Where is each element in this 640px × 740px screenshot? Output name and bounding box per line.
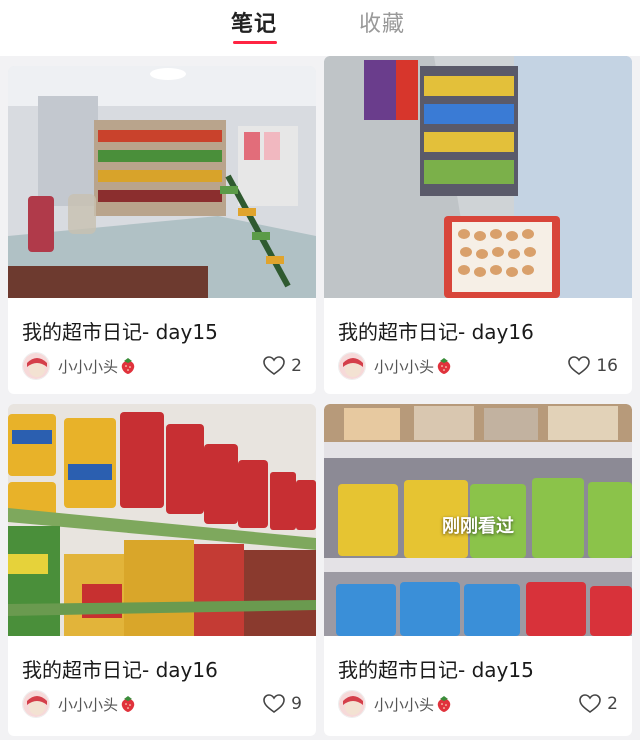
note-title: 我的超市日记- day15 bbox=[338, 658, 534, 682]
note-title: 我的超市日记- day16 bbox=[22, 658, 218, 682]
note-title: 我的超市日记- day16 bbox=[338, 320, 534, 344]
note-cover-image bbox=[324, 56, 632, 298]
avatar bbox=[22, 352, 50, 380]
author-name: 小小小头 bbox=[58, 695, 119, 714]
heart-icon bbox=[579, 694, 601, 713]
note-author[interactable]: 小小小头 bbox=[338, 690, 452, 718]
tab-bar: 笔记 收藏 bbox=[0, 0, 640, 56]
strawberry-icon bbox=[121, 358, 135, 374]
note-author[interactable]: 小小小头 bbox=[22, 690, 136, 718]
tab-favorites[interactable]: 收藏 bbox=[359, 6, 405, 38]
note-card[interactable]: 我的超市日记- day15 小小小头 2 bbox=[8, 66, 316, 394]
like-button[interactable]: 9 bbox=[263, 690, 302, 718]
avatar bbox=[22, 690, 50, 718]
note-cover-image bbox=[8, 66, 316, 298]
strawberry-icon bbox=[437, 358, 451, 374]
author-name: 小小小头 bbox=[374, 695, 435, 714]
note-cover-image bbox=[8, 404, 316, 636]
heart-icon bbox=[568, 356, 591, 375]
author-name: 小小小头 bbox=[58, 357, 119, 376]
like-count: 2 bbox=[291, 356, 302, 376]
like-count: 9 bbox=[291, 694, 302, 714]
avatar bbox=[338, 690, 366, 718]
like-count: 16 bbox=[596, 356, 618, 376]
like-button[interactable]: 16 bbox=[568, 352, 618, 380]
note-title: 我的超市日记- day15 bbox=[22, 320, 218, 344]
tab-notes[interactable]: 笔记 bbox=[231, 6, 277, 38]
note-author[interactable]: 小小小头 bbox=[22, 352, 136, 380]
like-button[interactable]: 2 bbox=[263, 352, 302, 380]
note-card[interactable]: 刚刚看过 我的超市日记- day15 小小小头 2 bbox=[324, 404, 632, 736]
note-cover-image: 刚刚看过 bbox=[324, 404, 632, 636]
strawberry-icon bbox=[437, 696, 451, 712]
note-card[interactable]: 我的超市日记- day16 小小小头 9 bbox=[8, 404, 316, 736]
avatar bbox=[338, 352, 366, 380]
active-tab-indicator bbox=[233, 41, 277, 44]
note-card[interactable]: 我的超市日记- day16 小小小头 16 bbox=[324, 56, 632, 394]
heart-icon bbox=[263, 694, 285, 713]
author-name: 小小小头 bbox=[374, 357, 435, 376]
strawberry-icon bbox=[121, 696, 135, 712]
like-button[interactable]: 2 bbox=[579, 690, 618, 718]
heart-icon bbox=[263, 356, 285, 375]
note-author[interactable]: 小小小头 bbox=[338, 352, 452, 380]
like-count: 2 bbox=[607, 694, 618, 714]
recently-viewed-label: 刚刚看过 bbox=[442, 516, 514, 537]
